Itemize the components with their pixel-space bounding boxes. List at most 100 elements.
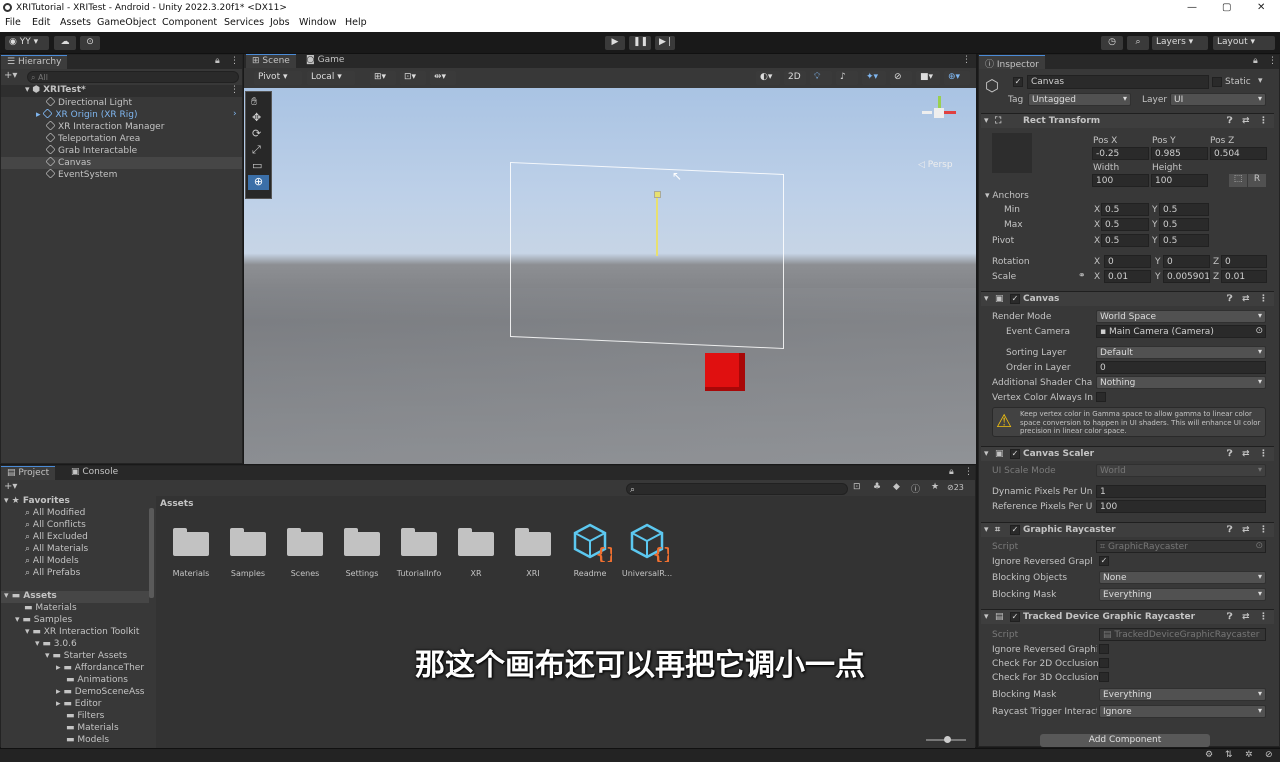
step-button[interactable]: ▶❘	[655, 36, 675, 50]
add-object-button[interactable]: +▾	[4, 70, 17, 81]
asset-folder-xri[interactable]	[515, 528, 551, 556]
hidden-count[interactable]: ⊘23	[947, 483, 964, 492]
static-checkbox[interactable]	[1212, 77, 1222, 87]
persp-label[interactable]: ◁ Persp	[918, 160, 953, 170]
readme-asset-icon[interactable]: {}	[572, 522, 616, 565]
width-field[interactable]: 100	[1092, 174, 1149, 187]
hierarchy-item-teleportation-area[interactable]: Teleportation Area	[1, 132, 140, 145]
pause-button[interactable]: ❚❚	[629, 36, 651, 50]
help-icon[interactable]: ❓︎	[1227, 525, 1232, 535]
more-menu-icon[interactable]: ⋮	[964, 467, 973, 477]
menu-component[interactable]: Component	[162, 17, 217, 28]
add-component-button[interactable]: Add Component	[1040, 734, 1210, 747]
scale-tool-icon[interactable]: ⤢	[252, 143, 261, 157]
tree-item-samples[interactable]: ▾ ▬ Samples	[1, 615, 72, 627]
preset-icon[interactable]: ⇄	[1242, 525, 1250, 535]
posx-field[interactable]: -0.25	[1092, 147, 1149, 160]
blocking-mask-dropdown[interactable]: Everything	[1099, 588, 1266, 601]
blocking-objects-dropdown[interactable]: None	[1099, 571, 1266, 584]
tracked-raycaster-header[interactable]: ▾ ▤ ✓ Tracked Device Graphic Raycaster ❓…	[981, 609, 1274, 624]
tree-item-3-0-6[interactable]: ▾ ▬ 3.0.6	[1, 639, 77, 651]
canvas-component-header[interactable]: ▾ ▣ ✓ Canvas ❓︎ ⇄ ⋮	[981, 291, 1274, 306]
anchor-min-y[interactable]: 0.5	[1159, 203, 1209, 216]
info-icon[interactable]: ⓘ	[911, 482, 920, 495]
help-icon[interactable]: ❓︎	[1227, 116, 1232, 126]
background-tasks-icon[interactable]: ⚙	[1205, 750, 1213, 760]
transform-tool-icon[interactable]: ⊕	[248, 175, 269, 190]
tree-item-editor[interactable]: ▸ ▬ Editor	[1, 699, 101, 711]
asset-folder-xr[interactable]	[458, 528, 494, 556]
minimize-icon[interactable]: —	[1187, 2, 1197, 13]
shading-mode-icon[interactable]: ◐▾	[756, 71, 780, 85]
favorite-all-modified[interactable]: ⌕ All Modified	[1, 508, 85, 520]
hierarchy-item-directional-light[interactable]: Directional Light	[1, 96, 132, 109]
play-button[interactable]: ▶	[605, 36, 625, 50]
order-in-layer-field[interactable]: 0	[1096, 361, 1266, 374]
pivot-y[interactable]: 0.5	[1159, 234, 1209, 247]
blocking-mask-dropdown[interactable]: Everything	[1099, 688, 1266, 701]
menu-assets[interactable]: Assets	[60, 17, 91, 28]
rotation-z[interactable]: 0	[1221, 255, 1267, 268]
gizmos-icon[interactable]: ⊕▾	[944, 71, 970, 85]
tab-game[interactable]: ◙ Game	[300, 54, 350, 68]
scene-viewport[interactable]: ↖ ◁ Persp	[244, 88, 976, 464]
tree-item-models[interactable]: ▬ Models	[1, 735, 109, 747]
raw-edit-button[interactable]: R	[1248, 174, 1266, 187]
red-cube[interactable]	[705, 353, 745, 391]
help-icon[interactable]: ❓︎	[1227, 294, 1232, 304]
layer-dropdown[interactable]: UI	[1170, 93, 1266, 106]
rotation-x[interactable]: 0	[1104, 255, 1151, 268]
favorites-header[interactable]: ▾ ★ Favorites	[1, 496, 70, 508]
tree-item-filters[interactable]: ▬ Filters	[1, 711, 104, 723]
hierarchy-search-input[interactable]: ⌕ All	[27, 71, 239, 83]
ignore-reversed-checkbox[interactable]: ✓	[1099, 556, 1109, 566]
favorite-all-prefabs[interactable]: ⌕ All Prefabs	[1, 568, 80, 580]
hierarchy-item-canvas[interactable]: Canvas	[1, 156, 242, 169]
tree-item-materials-2[interactable]: ▬ Materials	[1, 723, 119, 735]
shader-channels-dropdown[interactable]: Nothing	[1096, 376, 1266, 389]
lock-icon[interactable]: 🔒︎	[1253, 56, 1258, 66]
sorting-layer-dropdown[interactable]: Default	[1096, 346, 1266, 359]
tab-console[interactable]: ▣ Console	[65, 466, 124, 480]
posz-field[interactable]: 0.504	[1210, 147, 1267, 160]
icon-size-slider-thumb[interactable]	[944, 736, 951, 743]
rotation-y[interactable]: 0	[1163, 255, 1210, 268]
canvas-scaler-header[interactable]: ▾ ▣ ✓ Canvas Scaler ❓︎ ⇄ ⋮	[981, 446, 1274, 461]
maximize-icon[interactable]: ▢	[1222, 2, 1231, 13]
menu-jobs[interactable]: Jobs	[270, 17, 290, 28]
scale-z[interactable]: 0.01	[1221, 270, 1267, 283]
favorite-all-models[interactable]: ⌕ All Models	[1, 556, 79, 568]
collab-icon[interactable]: ⊙	[80, 36, 100, 50]
posy-field[interactable]: 0.985	[1151, 147, 1208, 160]
vertex-color-checkbox[interactable]	[1096, 392, 1106, 402]
tab-hierarchy[interactable]: ☰ Hierarchy	[1, 55, 68, 69]
favorite-all-conflicts[interactable]: ⌕ All Conflicts	[1, 520, 86, 532]
anchor-max-y[interactable]: 0.5	[1159, 218, 1209, 231]
toggle-2d-button[interactable]: 2D	[784, 71, 806, 85]
link-icon[interactable]: ⚭	[1078, 271, 1086, 281]
rect-transform-header[interactable]: ▾ ⛶ Rect Transform ❓︎ ⇄ ⋮	[981, 113, 1274, 128]
pivot-x[interactable]: 0.5	[1101, 234, 1149, 247]
help-icon[interactable]: ❓︎	[1227, 449, 1232, 459]
rotate-tool-icon[interactable]: ⟳	[252, 127, 261, 140]
tab-inspector[interactable]: ⓘ Inspector	[979, 55, 1045, 70]
component-menu-icon[interactable]: ⋮	[1259, 525, 1268, 535]
menu-window[interactable]: Window	[299, 17, 336, 28]
blueprint-mode-icon[interactable]: ⬚	[1229, 174, 1247, 187]
anchor-max-x[interactable]: 0.5	[1101, 218, 1149, 231]
project-search-input[interactable]: ⌕	[626, 483, 848, 495]
camera-icon[interactable]: ■▾	[916, 71, 940, 85]
audio-icon[interactable]: ♪	[836, 71, 858, 85]
hierarchy-item-eventsystem[interactable]: EventSystem	[1, 168, 117, 181]
auto-refresh-icon[interactable]: ⊘	[1265, 750, 1273, 760]
preset-icon[interactable]: ⇄	[1242, 449, 1250, 459]
move-tool-icon[interactable]: ✥	[252, 111, 261, 124]
tracked-raycaster-enabled-checkbox[interactable]: ✓	[1010, 612, 1020, 622]
search-icon[interactable]: ⌕	[1127, 36, 1149, 50]
account-button[interactable]: ◉ YY ▾	[5, 36, 49, 50]
check-2d-checkbox[interactable]	[1099, 658, 1109, 668]
grid-snap-icon[interactable]: ⊞▾	[370, 71, 396, 85]
canvas-enabled-checkbox[interactable]: ✓	[1010, 294, 1020, 304]
object-picker-icon[interactable]: ⊙	[1255, 326, 1263, 336]
component-menu-icon[interactable]: ⋮	[1259, 612, 1268, 622]
